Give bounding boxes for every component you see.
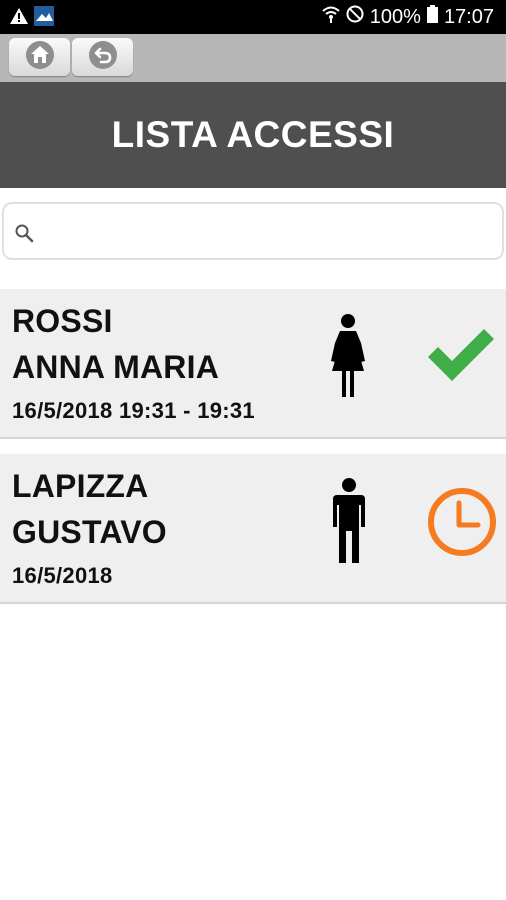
search-box[interactable] [2,202,504,260]
header-bar: LISTA ACCESSI [0,82,506,188]
list-item[interactable]: ROSSI ANNA MARIA 16/5/2018 19:31 - 19:31 [0,289,506,439]
toolbar [0,34,506,82]
page-title: LISTA ACCESSI [111,114,395,155]
home-button[interactable] [9,38,70,76]
do-not-disturb-icon [346,5,364,29]
home-icon [25,40,55,75]
check-icon [426,327,496,390]
battery-icon [426,5,438,29]
firstname: GUSTAVO [12,514,167,550]
firstname: ANNA MARIA [12,349,220,385]
search-icon [14,223,34,248]
wifi-icon [322,5,340,29]
clock-icon [426,486,498,563]
search-input[interactable] [38,212,492,252]
status-bar: 100% 17:07 [0,0,506,34]
back-icon [88,40,118,75]
warning-icon [10,8,28,29]
female-icon [326,313,370,404]
list-item[interactable]: LAPIZZA GUSTAVO 16/5/2018 [0,454,506,604]
surname: ROSSI [12,303,113,339]
surname: LAPIZZA [12,468,149,504]
clock-time: 17:07 [443,5,494,28]
app-icon [34,6,54,31]
back-button[interactable] [72,38,133,76]
male-icon [331,477,367,570]
access-date: 16/5/2018 19:31 - 19:31 [12,398,255,423]
battery-percent: 100% [369,5,421,28]
access-date: 16/5/2018 [12,563,113,588]
